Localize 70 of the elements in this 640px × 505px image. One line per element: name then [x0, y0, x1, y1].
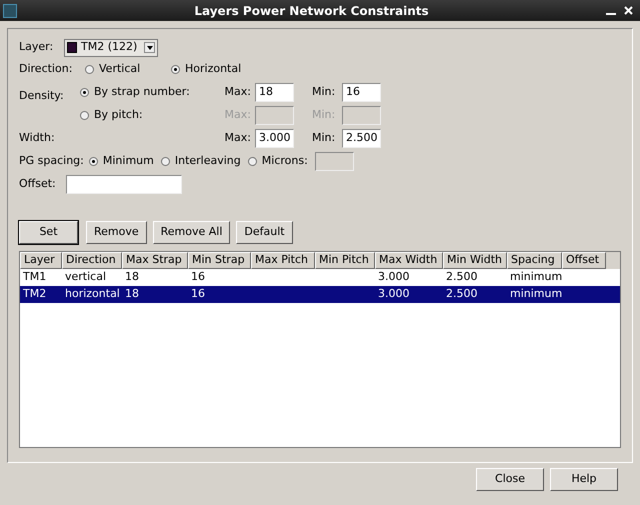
input-field[interactable] — [255, 106, 294, 125]
table-cell-text: 16 — [190, 286, 206, 302]
input-field[interactable]: 2.500 — [342, 129, 381, 148]
column-header[interactable]: Max Width — [375, 252, 443, 269]
close-icon[interactable] — [624, 6, 633, 15]
field-label: Min: — [312, 84, 336, 100]
field-label: Min: — [312, 130, 336, 146]
dialog-button[interactable]: Close — [476, 468, 544, 491]
radio-label: Interleaving — [174, 153, 241, 170]
column-header[interactable]: Max Pitch — [251, 252, 315, 269]
radio-label: Microns: — [262, 153, 308, 170]
dialog-button[interactable]: Remove All — [152, 221, 230, 244]
caret-icon — [144, 42, 155, 53]
input-field[interactable] — [66, 175, 182, 194]
input-field[interactable]: 18 — [255, 83, 294, 102]
table-cell-text: 18 — [124, 286, 140, 302]
input-field[interactable]: 3.000 — [255, 129, 294, 148]
table-cell-text: 2.500 — [445, 286, 478, 302]
minimize-button[interactable] — [606, 12, 616, 14]
input-field[interactable]: 16 — [342, 83, 381, 102]
layer-dropdown[interactable]: TM2 (122) — [64, 38, 158, 56]
column-header[interactable]: Spacing — [507, 252, 562, 269]
field-label: Min: — [312, 107, 336, 124]
dialog-button[interactable]: Remove — [86, 221, 147, 244]
column-header[interactable]: Offset — [562, 252, 606, 269]
column-header[interactable]: Min Pitch — [315, 252, 375, 269]
radio-button[interactable] — [80, 88, 89, 97]
radio-label: By strap number: — [94, 84, 190, 100]
field-label: Max: — [224, 130, 252, 146]
input-field[interactable] — [314, 152, 354, 171]
table-cell-text: 16 — [190, 269, 206, 286]
column-header[interactable]: Min Width — [443, 252, 507, 269]
column-header[interactable]: Min Strap — [188, 252, 251, 269]
table-cell-text: vertical — [64, 269, 108, 286]
radio-label: Vertical — [99, 61, 140, 78]
radio-label: Minimum — [102, 153, 154, 170]
radio-label: Horizontal — [185, 61, 242, 78]
field-label: Layer: — [19, 39, 54, 56]
field-label: Direction: — [19, 61, 74, 78]
table-row[interactable]: TM2 horizontal 18 16 3.000 2.500 minimum — [20, 286, 620, 303]
radio-button[interactable] — [248, 157, 257, 166]
table-cell-text: minimum — [509, 269, 562, 286]
radio-button[interactable] — [171, 65, 180, 74]
field-label: Offset: — [19, 176, 57, 192]
radio-label: By pitch: — [94, 107, 143, 124]
dialog-button[interactable]: Help — [550, 468, 618, 491]
dialog-button[interactable]: Set — [19, 221, 78, 244]
table-cell-text: 3.000 — [377, 286, 410, 302]
radio-button[interactable] — [85, 65, 94, 74]
field-label: PG spacing: — [19, 153, 84, 170]
radio-button[interactable] — [88, 157, 98, 166]
window-title: Layers Power Network Constraints — [193, 2, 430, 20]
table-cell-text: TM2 — [22, 286, 48, 302]
table-cell-text: minimum — [509, 286, 562, 302]
table-cell-text: horizontal — [64, 286, 121, 302]
field-label: Max: — [224, 107, 252, 124]
field-label: Width: — [19, 130, 56, 146]
table-cell-text: 18 — [124, 269, 140, 286]
column-header[interactable]: Direction — [62, 252, 122, 269]
dialog-button[interactable]: Default — [236, 221, 293, 244]
radio-button[interactable] — [160, 157, 170, 166]
table-cell-text: 2.500 — [445, 269, 478, 286]
table-cell-text: TM1 — [22, 269, 48, 286]
table-cell-text: 3.000 — [377, 269, 410, 286]
column-header[interactable]: Max Strap — [122, 252, 188, 269]
column-header[interactable]: Layer — [20, 252, 62, 269]
app-icon — [3, 4, 17, 18]
field-label: Max: — [224, 84, 252, 100]
field-label: Density: — [19, 88, 65, 104]
input-field[interactable] — [342, 106, 381, 125]
